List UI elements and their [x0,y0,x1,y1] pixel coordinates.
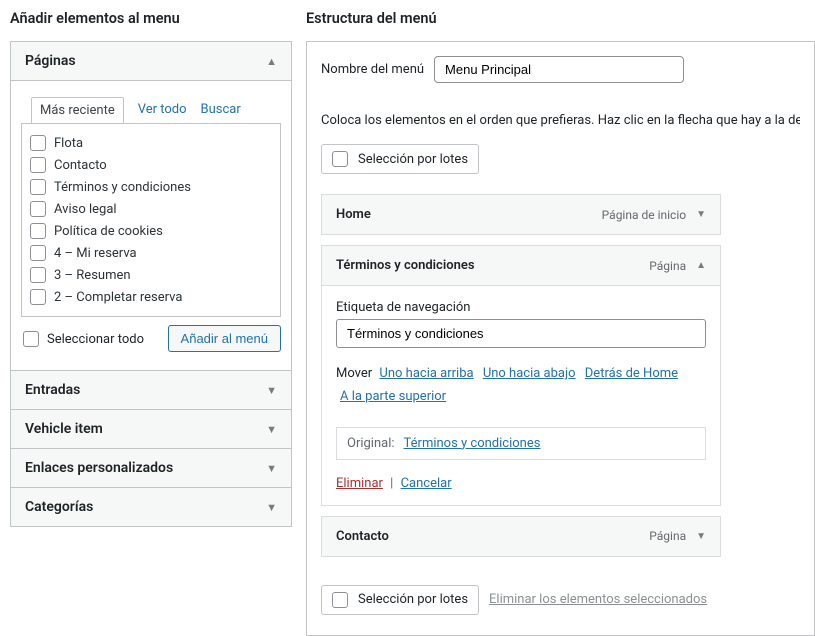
list-item: Política de cookies [30,220,272,242]
move-label: Mover [336,366,372,381]
page-checkbox[interactable] [30,223,46,239]
bulk-select-bottom: Selección por lotes [321,585,479,615]
chevron-down-icon: ▼ [266,501,277,514]
tab-recent[interactable]: Más reciente [31,97,124,124]
page-label: 2 – Completar reserva [54,290,182,305]
menu-item-title: Términos y condiciones [336,258,649,273]
separator: | [390,476,393,491]
page-label: Términos y condiciones [54,180,191,195]
menu-name-row: Nombre del menú [306,41,815,97]
chevron-down-icon: ▼ [266,423,277,436]
page-checkbox[interactable] [30,201,46,217]
bulk-select-checkbox-top[interactable] [332,151,348,167]
menu-item-terms-head[interactable]: Términos y condiciones Página ▲ [322,246,720,285]
bulk-select-label: Selección por lotes [358,152,468,167]
menu-item-title: Home [336,207,602,222]
menu-item-home[interactable]: Home Página de inicio ▼ [321,194,721,235]
tab-search[interactable]: Buscar [201,97,241,123]
accordion-entries-title: Entradas [25,382,80,398]
original-label: Original: [347,436,395,451]
accordion-categories-title: Categorías [25,499,93,515]
list-item: 2 – Completar reserva [30,286,272,308]
bulk-select-top: Selección por lotes [321,144,479,174]
menu-item-type: Página [649,529,686,543]
list-item: Flota [30,132,272,154]
menu-item-contact[interactable]: Contacto Página ▼ [321,516,721,557]
page-label: Flota [54,136,83,151]
list-item: Aviso legal [30,198,272,220]
accordion-vehicle: Vehicle item ▼ [10,409,292,449]
page-label: Política de cookies [54,224,163,239]
bulk-select-label: Selección por lotes [358,592,468,607]
chevron-down-icon: ▼ [266,384,277,397]
menu-item-title: Contacto [336,529,649,544]
page-label: Contacto [54,158,107,173]
page-checkbox[interactable] [30,157,46,173]
original-box: Original: Términos y condiciones [336,427,706,460]
tab-view-all[interactable]: Ver todo [138,97,187,123]
menu-item-terms: Términos y condiciones Página ▲ Etiqueta… [321,245,721,506]
accordion-pages-head[interactable]: Páginas ▲ [11,42,291,80]
list-item: 3 – Resumen [30,264,272,286]
add-to-menu-button[interactable]: Añadir al menú [168,325,281,352]
hint-text: Coloca los elementos en el orden que pre… [321,113,800,128]
move-top-link[interactable]: A la parte superior [340,389,446,404]
page-checkbox[interactable] [30,245,46,261]
accordion-categories: Categorías ▼ [10,487,292,527]
bulk-select-checkbox-bottom[interactable] [332,592,348,608]
nav-label-input[interactable] [336,319,706,348]
accordion-custom-links: Enlaces personalizados ▼ [10,448,292,488]
accordion-custom-links-head[interactable]: Enlaces personalizados ▼ [11,449,291,487]
move-row: Mover Uno hacia arriba Uno hacia abajo D… [336,362,706,409]
chevron-down-icon: ▼ [266,462,277,475]
accordion-pages: Páginas ▲ Más reciente Ver todo Buscar F… [10,41,292,371]
select-all-label: Seleccionar todo [47,332,144,347]
list-item: Contacto [30,154,272,176]
page-label: 4 – Mi reserva [54,246,137,261]
accordion-entries: Entradas ▼ [10,370,292,410]
accordion-pages-title: Páginas [25,53,76,69]
chevron-up-icon: ▲ [266,55,277,68]
move-behind-link[interactable]: Detrás de Home [585,366,678,381]
delete-link[interactable]: Eliminar [336,476,383,491]
page-label: 3 – Resumen [54,268,131,283]
right-heading: Estructura del menú [306,10,815,27]
move-down-link[interactable]: Uno hacia abajo [483,366,576,381]
page-checkbox[interactable] [30,135,46,151]
pages-checklist: Flota Contacto Términos y condiciones Av… [30,132,276,308]
menu-name-label: Nombre del menú [321,62,424,77]
chevron-down-icon[interactable]: ▼ [696,531,706,542]
delete-selected-link[interactable]: Eliminar los elementos seleccionados [489,592,707,607]
accordion-vehicle-head[interactable]: Vehicle item ▼ [11,410,291,448]
item-actions: Eliminar | Cancelar [336,476,706,491]
accordion-entries-head[interactable]: Entradas ▼ [11,371,291,409]
page-checkbox[interactable] [30,267,46,283]
menu-item-type: Página de inicio [602,208,686,222]
menu-name-input[interactable] [434,56,684,83]
list-item: 4 – Mi reserva [30,242,272,264]
menu-item-type: Página [649,259,686,273]
page-checkbox[interactable] [30,289,46,305]
move-up-link[interactable]: Uno hacia arriba [379,366,473,381]
page-checkbox[interactable] [30,179,46,195]
pages-tabs: Más reciente Ver todo Buscar [21,91,281,123]
chevron-up-icon[interactable]: ▲ [696,260,706,271]
nav-label: Etiqueta de navegación [336,300,706,315]
accordion-custom-links-title: Enlaces personalizados [25,460,173,476]
cancel-link[interactable]: Cancelar [401,476,452,491]
original-link[interactable]: Términos y condiciones [404,436,541,451]
page-label: Aviso legal [54,202,117,217]
list-item: Términos y condiciones [30,176,272,198]
left-heading: Añadir elementos al menu [10,10,292,27]
select-all-checkbox[interactable] [23,331,39,347]
chevron-down-icon[interactable]: ▼ [696,209,706,220]
accordion-categories-head[interactable]: Categorías ▼ [11,488,291,526]
accordion-vehicle-title: Vehicle item [25,421,103,437]
